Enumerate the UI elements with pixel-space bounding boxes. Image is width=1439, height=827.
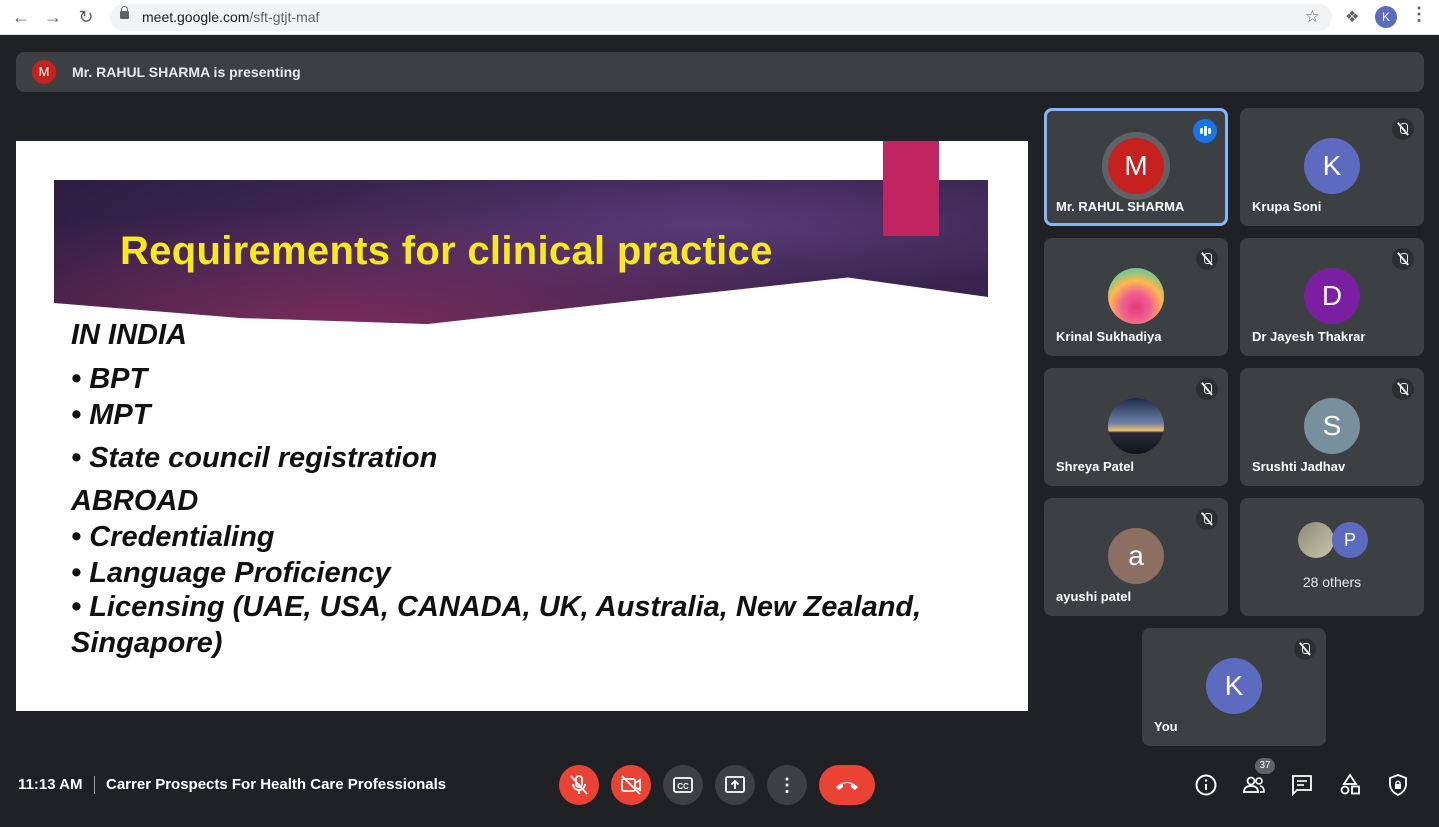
bookmark-star-icon[interactable]: ☆	[1305, 7, 1320, 27]
others-tile[interactable]: P 28 others	[1240, 498, 1424, 616]
mic-off-icon	[1392, 118, 1414, 140]
self-tile[interactable]: K You	[1142, 628, 1326, 746]
chat-button[interactable]	[1289, 772, 1315, 798]
microphone-toggle-button[interactable]	[559, 765, 599, 805]
camera-toggle-button[interactable]	[611, 765, 651, 805]
others-avatar: P	[1332, 522, 1368, 558]
more-options-button[interactable]: ⋮	[767, 765, 807, 805]
participant-tile[interactable]: D Dr Jayesh Thakrar	[1240, 238, 1424, 356]
participant-tile[interactable]: M Mr. RAHUL SHARMA	[1044, 108, 1228, 226]
presenting-text: Mr. RAHUL SHARMA is presenting	[72, 64, 301, 80]
participant-avatar: K	[1206, 658, 1262, 714]
slide-title: Requirements for clinical practice	[120, 229, 773, 273]
reload-icon[interactable]: ↻	[75, 6, 97, 28]
participant-count-badge: 37	[1255, 758, 1275, 774]
meeting-title: Carrer Prospects For Health Care Profess…	[106, 776, 447, 793]
host-controls-button[interactable]	[1385, 772, 1411, 798]
captions-button[interactable]: CC	[663, 765, 703, 805]
closed-captions-icon: CC	[673, 777, 693, 793]
lock-icon	[120, 6, 129, 19]
participant-photo-avatar	[1108, 268, 1164, 324]
slide-line: • Licensing (UAE, USA, CANADA, UK, Austr…	[71, 591, 922, 623]
profile-avatar[interactable]: K	[1375, 6, 1397, 28]
participant-tile[interactable]: Shreya Patel	[1044, 368, 1228, 486]
slide-decoration	[883, 141, 939, 236]
participant-name: You	[1154, 719, 1178, 734]
people-icon	[1243, 776, 1265, 793]
others-count: 28 others	[1302, 574, 1362, 590]
mic-off-icon	[1196, 378, 1218, 400]
mic-off-icon	[570, 775, 588, 795]
participant-tile[interactable]: Krinal Sukhadiya	[1044, 238, 1228, 356]
participant-name: ayushi patel	[1056, 589, 1132, 604]
participant-avatar: K	[1304, 138, 1360, 194]
presenter-avatar: M	[32, 60, 56, 84]
participant-tile[interactable]: a ayushi patel	[1044, 498, 1228, 616]
activities-shapes-icon	[1340, 773, 1360, 795]
slide-line: IN INDIA	[71, 319, 187, 351]
browser-toolbar: ← → ↻ meet.google.com/sft-gtjt-maf ☆ ❖ K…	[0, 0, 1439, 35]
participant-avatar: M	[1108, 138, 1164, 194]
slide-line: • Language Proficiency	[71, 557, 391, 589]
leave-call-button[interactable]	[819, 765, 875, 805]
divider	[94, 776, 95, 794]
shield-lock-icon	[1389, 774, 1407, 797]
svg-text:CC: CC	[677, 782, 689, 791]
presenting-banner: M Mr. RAHUL SHARMA is presenting	[16, 52, 1424, 92]
participant-photo-avatar	[1108, 398, 1164, 454]
forward-arrow-icon[interactable]: →	[42, 6, 64, 28]
participant-name: Krinal Sukhadiya	[1056, 329, 1162, 344]
info-icon	[1195, 774, 1217, 796]
present-screen-button[interactable]	[715, 765, 755, 805]
participant-name: Srushti Jadhav	[1252, 459, 1346, 474]
slide-line: Singapore)	[71, 627, 223, 659]
hang-up-icon	[836, 782, 858, 790]
mic-off-icon	[1196, 248, 1218, 270]
meeting-details-button[interactable]	[1193, 772, 1219, 798]
mic-off-icon	[1196, 508, 1218, 530]
mic-off-icon	[1294, 638, 1316, 660]
address-bar[interactable]: meet.google.com/sft-gtjt-maf ☆	[110, 4, 1332, 31]
slide-line: • MPT	[71, 399, 151, 431]
url-text: meet.google.com/sft-gtjt-maf	[142, 9, 320, 25]
others-photo-avatar	[1298, 522, 1334, 558]
presentation-slide: Requirements for clinical practice IN IN…	[16, 141, 1028, 711]
participant-tile[interactable]: K Krupa Soni	[1240, 108, 1424, 226]
mic-off-icon	[1392, 248, 1414, 270]
slide-line: • Credentialing	[71, 521, 275, 553]
participant-avatar: a	[1108, 528, 1164, 584]
participants-button[interactable]	[1241, 772, 1267, 798]
participant-tile[interactable]: S Srushti Jadhav	[1240, 368, 1424, 486]
present-screen-icon	[725, 776, 745, 793]
activities-button[interactable]	[1337, 772, 1363, 798]
participant-avatar: D	[1304, 268, 1360, 324]
participant-name: Mr. RAHUL SHARMA	[1056, 199, 1185, 214]
extensions-puzzle-icon[interactable]: ❖	[1345, 7, 1359, 27]
speaking-indicator-icon	[1193, 119, 1217, 143]
more-vert-icon: ⋮	[778, 775, 796, 795]
back-arrow-icon[interactable]: ←	[10, 6, 32, 28]
slide-line: ABROAD	[71, 485, 199, 517]
camera-off-icon	[621, 775, 641, 795]
participant-name: Dr Jayesh Thakrar	[1252, 329, 1366, 344]
meeting-time: 11:13 AM	[18, 776, 83, 793]
participant-avatar: S	[1304, 398, 1360, 454]
browser-menu-icon[interactable]: ⋮	[1410, 4, 1428, 25]
participant-name: Krupa Soni	[1252, 199, 1322, 214]
chat-icon	[1292, 775, 1312, 797]
slide-line: • State council registration	[71, 442, 438, 474]
participant-name: Shreya Patel	[1056, 459, 1135, 474]
slide-line: • BPT	[71, 363, 148, 395]
mic-off-icon	[1392, 378, 1414, 400]
